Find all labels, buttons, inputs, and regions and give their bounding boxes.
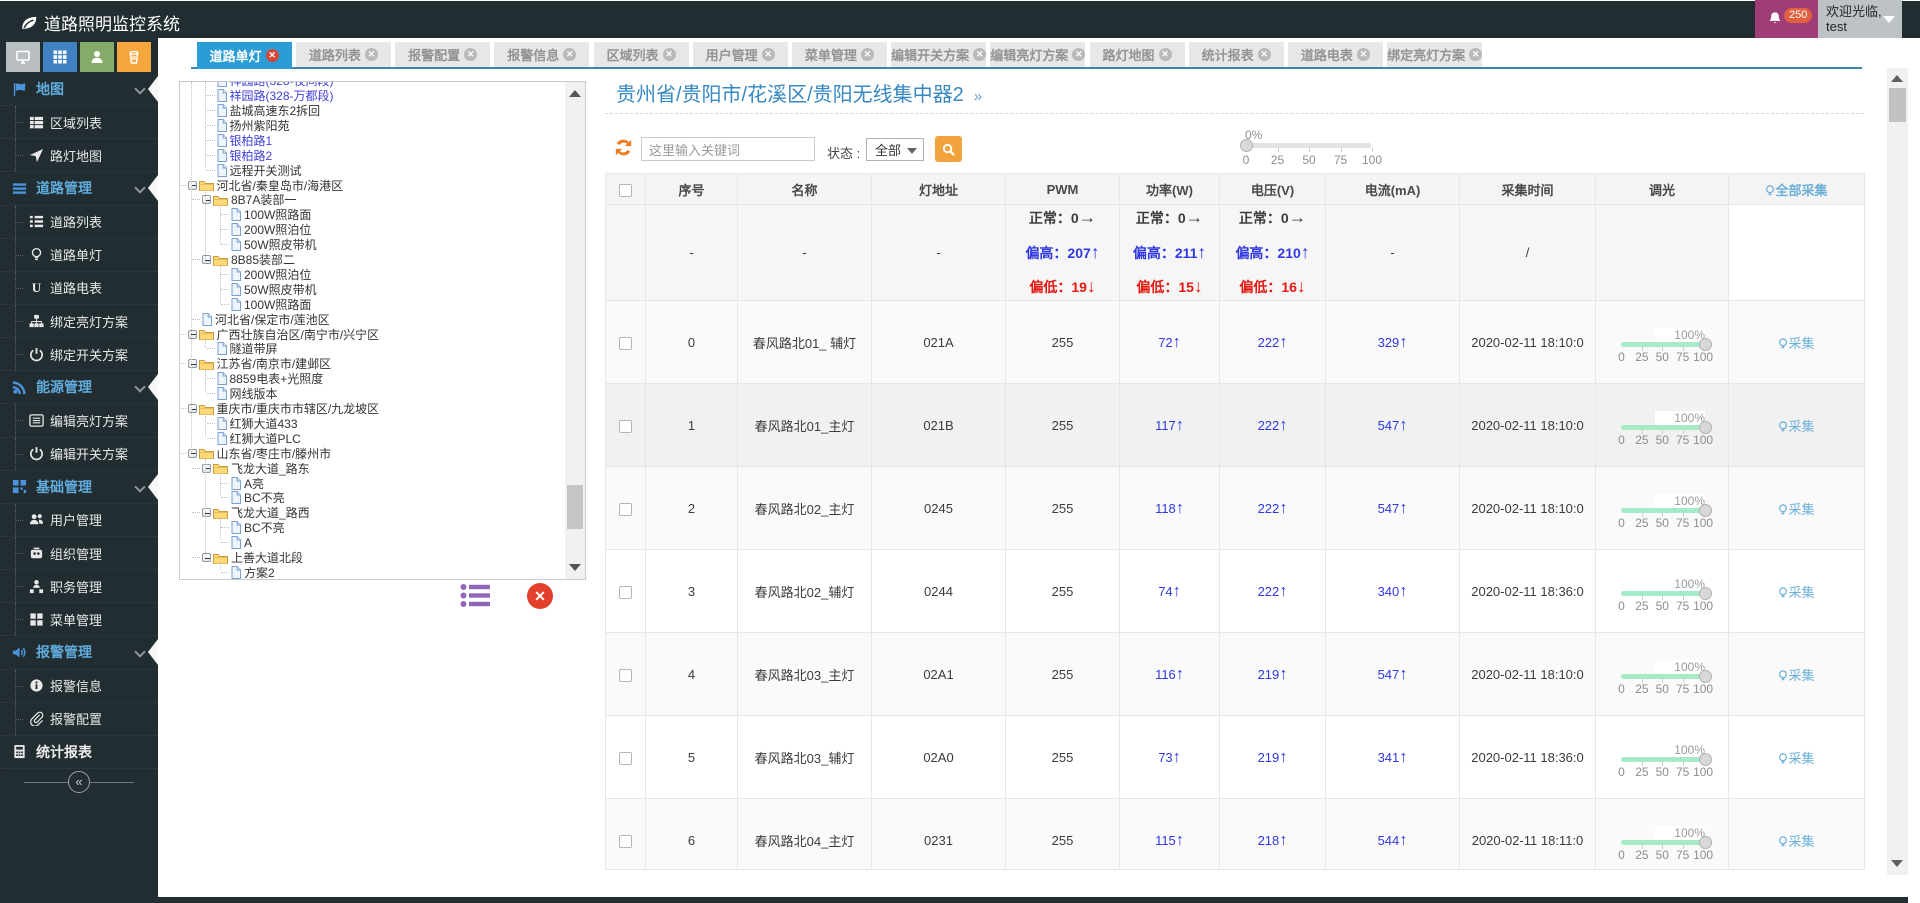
svg-text:U: U [31,281,41,296]
